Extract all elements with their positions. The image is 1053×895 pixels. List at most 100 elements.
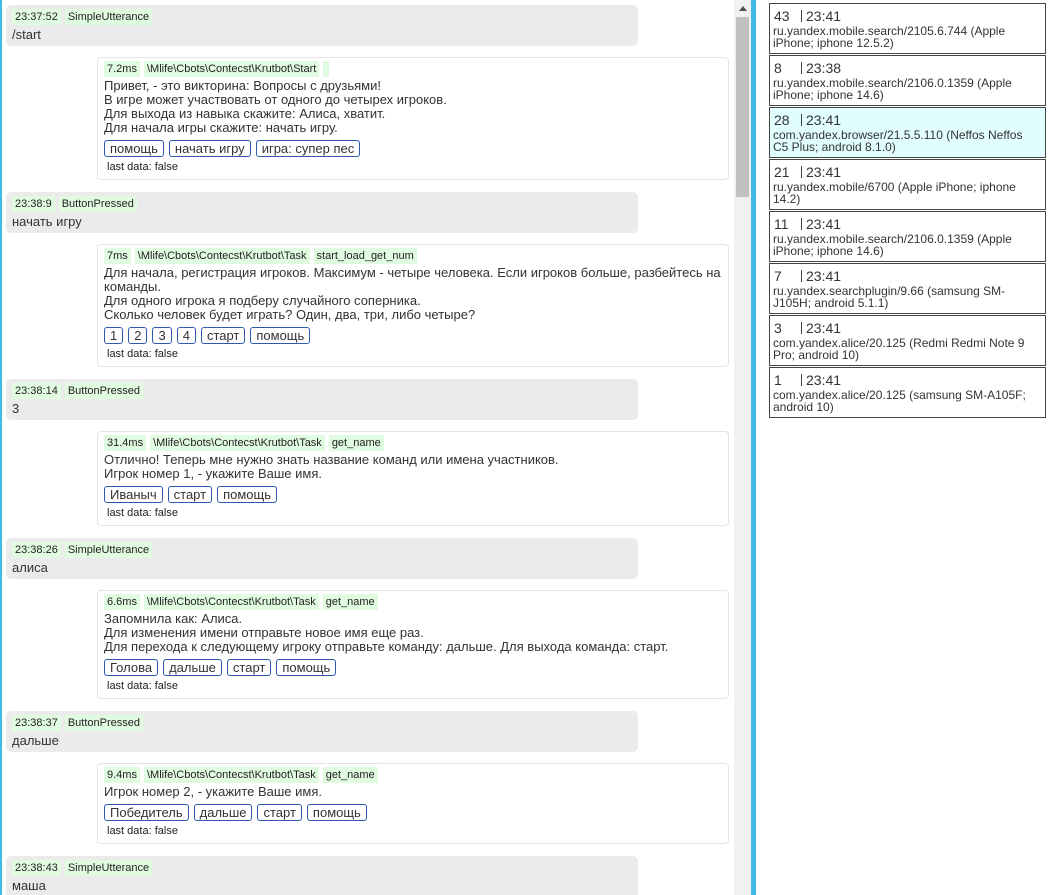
response-state: get_name [322, 767, 378, 783]
scroll-up-arrow-icon[interactable] [734, 0, 751, 16]
session-item[interactable]: 21 23:41 ru.yandex.mobile/6700 (Apple iPho… [769, 159, 1046, 210]
response-button[interactable]: дальше [193, 804, 253, 821]
response-button[interactable]: Иваныч [104, 486, 163, 503]
session-item[interactable]: 28 23:41 com.yandex.browser/21.5.5.110 (Ne… [769, 107, 1046, 158]
response-handler-path: \Mlife\Cbots\Contecst\Krutbot\Task [134, 248, 310, 264]
session-item[interactable]: 7 23:41 ru.yandex.searchplugin/9.66 (samsu… [769, 263, 1046, 314]
response-button[interactable]: игра: супер пес [255, 140, 361, 157]
session-id: 43 [774, 8, 790, 24]
response-text: Отлично! Теперь мне нужно знать название… [104, 453, 722, 481]
session-time: 23:41 [806, 372, 842, 388]
response-duration: 7ms [104, 248, 131, 264]
session-time: 23:41 [806, 320, 842, 336]
response-button[interactable]: помощь [217, 486, 277, 503]
response-buttons: 1 2 3 4 старт помощь [104, 327, 315, 344]
response-state [323, 61, 330, 77]
session-user-agent: ru.yandex.mobile.search/2106.0.1359 (App… [773, 232, 1012, 258]
scroll-thumb[interactable] [736, 17, 749, 197]
response-button[interactable]: помощь [276, 659, 337, 676]
response-button[interactable]: 1 [104, 327, 124, 344]
request-bubble: 23:38:43 SimpleUtterance маша [6, 856, 638, 895]
response-text-line: Для выхода из навыка скажите: Алиса, хва… [104, 106, 386, 121]
response-state: get_name [322, 594, 378, 610]
request-bubble: 23:38:9 ButtonPressed начать игру [6, 192, 638, 233]
response-handler-path: \Mlife\Cbots\Contecst\Krutbot\Start [143, 61, 320, 77]
response-buttons: помощь начать игру игра: супер пес [104, 140, 365, 157]
response-text: Игрок номер 2, - укажите Ваше имя. [104, 785, 722, 799]
panel-divider[interactable] [751, 0, 756, 895]
response-handler-path: \Mlife\Cbots\Contecst\Krutbot\Task [150, 435, 325, 451]
request-header: 23:38:26 SimpleUtterance [12, 542, 156, 558]
session-user-agent: com.yandex.alice/20.125 (Redmi Redmi Not… [773, 336, 1025, 362]
session-time: 23:41 [806, 8, 842, 24]
session-separator [801, 218, 802, 230]
session-item[interactable]: 8 23:38 ru.yandex.mobile.search/2106.0.135… [769, 55, 1046, 106]
response-button[interactable]: 2 [128, 327, 148, 344]
response-card: 9.4ms \Mlife\Cbots\Contecst\Krutbot\Task g… [97, 763, 729, 844]
session-separator [801, 322, 802, 334]
request-text: 3 [12, 401, 20, 416]
response-button[interactable]: старт [200, 327, 246, 344]
response-button[interactable]: старт [257, 804, 302, 821]
request-bubble: 23:37:52 SimpleUtterance/start [6, 5, 638, 46]
session-separator [801, 10, 802, 22]
response-buttons: Иваныч старт помощь [104, 486, 282, 503]
session-separator [801, 114, 802, 126]
session-separator [801, 270, 802, 282]
response-button[interactable]: Победитель [104, 804, 189, 821]
response-card: 7.2ms \Mlife\Cbots\Contecst\Krutbot\Start… [97, 57, 729, 180]
response-header: 7ms \Mlife\Cbots\Contecst\Krutbot\Task sta… [104, 248, 421, 264]
response-text-line: команды. [104, 279, 161, 294]
response-button[interactable]: Голова [104, 659, 159, 676]
response-duration: 7.2ms [104, 61, 140, 77]
session-time: 23:41 [806, 112, 842, 128]
response-button[interactable]: 3 [152, 327, 172, 344]
session-item[interactable]: 3 23:41 com.yandex.alice/20.125 (Redmi Red… [769, 315, 1046, 366]
request-time: 23:38:37 [12, 715, 61, 731]
response-duration: 6.6ms [104, 594, 140, 610]
request-type: SimpleUtterance [64, 9, 153, 25]
response-button[interactable]: 4 [176, 327, 196, 344]
session-id: 21 [774, 164, 790, 180]
request-header: 23:38:43 SimpleUtterance [12, 860, 156, 876]
request-bubble: 23:38:37 ButtonPressed дальше [6, 711, 638, 752]
response-button[interactable]: помощь [306, 804, 367, 821]
request-time: 23:38:43 [12, 860, 61, 876]
session-id: 28 [774, 112, 790, 128]
session-item[interactable]: 43 23:41 ru.yandex.mobile.search/2105.6.74… [769, 3, 1046, 54]
request-type: ButtonPressed [58, 196, 137, 212]
response-button[interactable]: помощь [250, 327, 311, 344]
session-item[interactable]: 11 23:41 ru.yandex.mobile.search/2106.0.13… [769, 211, 1046, 262]
last-data-label: last data: false [107, 348, 178, 360]
request-text: начать игру [12, 214, 82, 229]
last-data-label: last data: false [107, 680, 178, 692]
session-separator [801, 166, 802, 178]
request-time: 23:38:9 [12, 196, 55, 212]
request-time: 23:37:52 [12, 9, 61, 25]
response-button[interactable]: старт [167, 486, 213, 503]
response-header: 31.4ms \Mlife\Cbots\Contecst\Krutbot\Task… [104, 435, 388, 451]
last-data-label: last data: false [107, 825, 178, 837]
request-header: 23:38:9 ButtonPressed [12, 196, 141, 212]
response-duration: 9.4ms [104, 767, 140, 783]
session-user-agent: ru.yandex.mobile/6700 (Apple iPhone; iph… [773, 180, 1016, 206]
session-item[interactable]: 1 23:41 com.yandex.alice/20.125 (samsung S… [769, 367, 1046, 418]
response-button[interactable]: дальше [163, 659, 222, 676]
response-button[interactable]: старт [226, 659, 272, 676]
session-id: 11 [774, 216, 789, 232]
response-button[interactable]: помощь [104, 140, 164, 157]
response-text: Запомнила как: Алиса. Для изменения имени… [104, 612, 722, 654]
session-user-agent: com.yandex.alice/20.125 (samsung SM-A105… [773, 388, 1026, 414]
response-state: get_name [328, 435, 384, 451]
request-text: алиса [12, 560, 48, 575]
session-user-agent: ru.yandex.searchplugin/9.66 (samsung SM-… [773, 284, 1006, 310]
session-user-agent: ru.yandex.mobile.search/2105.6.744 (Appl… [773, 24, 1006, 50]
request-text: /start [12, 27, 41, 42]
request-type: SimpleUtterance [64, 860, 153, 876]
request-time: 23:38:26 [12, 542, 61, 558]
request-text: дальше [12, 733, 59, 748]
response-text-line: Отлично! Теперь мне нужно знать название… [104, 452, 559, 467]
request-header: 23:38:14 ButtonPressed [12, 383, 147, 399]
log-scrollbar[interactable] [734, 0, 751, 895]
response-button[interactable]: начать игру [168, 140, 251, 157]
